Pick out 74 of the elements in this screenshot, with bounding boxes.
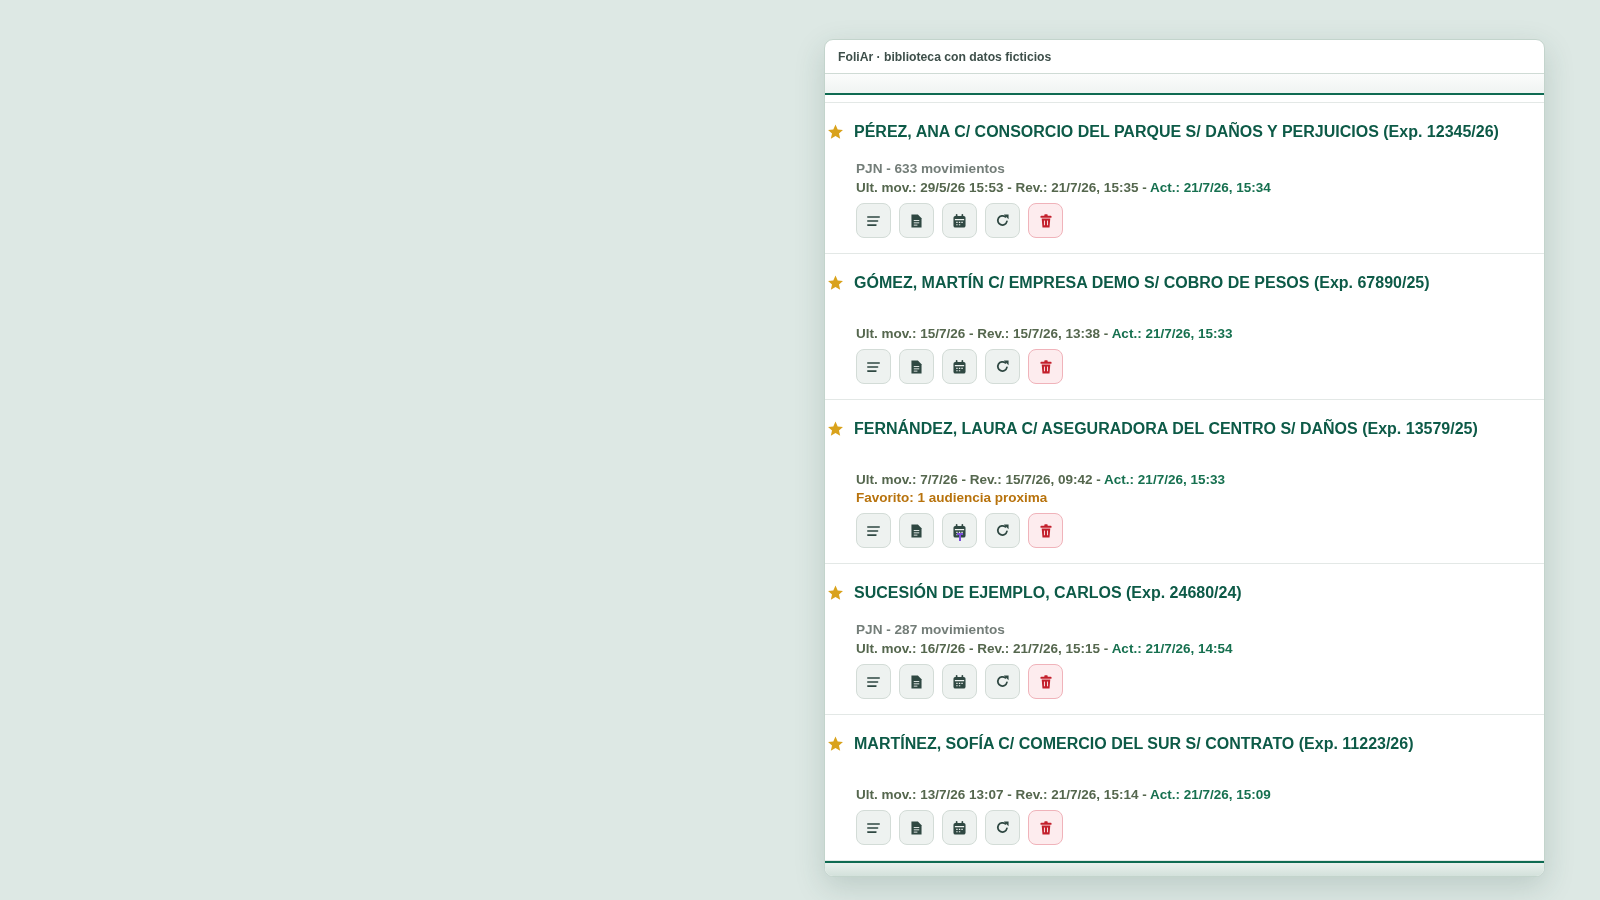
refresh-button[interactable] (985, 513, 1020, 548)
calendar-icon (953, 359, 966, 374)
document-icon (911, 213, 922, 228)
document-icon (911, 674, 922, 689)
marker-icon (957, 533, 963, 541)
refresh-button[interactable] (985, 349, 1020, 384)
calendar-button[interactable] (942, 203, 977, 238)
trash-icon (1039, 213, 1052, 228)
document-icon (911, 820, 922, 835)
window-title: FoliAr · biblioteca con datos ficticios (838, 49, 1052, 64)
trash-icon (1039, 523, 1052, 538)
document-button[interactable] (899, 349, 934, 384)
dates-text: Ult. mov.: 13/7/26 13:07 - Rev.: 21/7/26, 15:14 - (856, 787, 1147, 802)
trash-icon (1039, 674, 1052, 689)
calendar-button[interactable] (942, 349, 977, 384)
document-button[interactable] (899, 513, 934, 548)
star-icon[interactable] (827, 275, 844, 291)
list-button[interactable] (856, 203, 891, 238)
document-icon (911, 523, 922, 538)
case-title: PÉREZ, ANA C/ CONSORCIO DEL PARQUE S/ DAÑOS Y PERJUICIOS (Exp. 12345/26) (854, 121, 1499, 142)
star-icon[interactable] (827, 421, 844, 437)
calendar-icon (953, 213, 966, 228)
movements-count: PJN - 287 movimientos (856, 621, 1005, 639)
star-icon[interactable] (827, 736, 844, 752)
list-icon (867, 675, 880, 688)
case-title: FERNÁNDEZ, LAURA C/ ASEGURADORA DEL CENTRO S/ DAÑOS (Exp. 13579/25) (854, 418, 1478, 439)
list-button[interactable] (856, 664, 891, 699)
list-button[interactable] (856, 513, 891, 548)
document-icon (911, 359, 922, 374)
case-title: SUCESIÓN DE EJEMPLO, CARLOS (Exp. 24680/24) (854, 582, 1242, 603)
delete-button[interactable] (1028, 513, 1063, 548)
star-icon[interactable] (827, 585, 844, 601)
updated-text: Act.: 21/7/26, 14:54 (1111, 641, 1233, 656)
trash-icon (1039, 820, 1052, 835)
favorite-note: Favorito: 1 audiencia proxima (856, 489, 1048, 507)
star-icon[interactable] (827, 124, 844, 140)
delete-button[interactable] (1028, 810, 1063, 845)
case-title: MARTÍNEZ, SOFÍA C/ COMERCIO DEL SUR S/ CONTRATO (Exp. 11223/26) (854, 733, 1414, 754)
delete-button[interactable] (1028, 203, 1063, 238)
dates-text: Ult. mov.: 16/7/26 - Rev.: 21/7/26, 15:15 - (856, 641, 1109, 656)
refresh-icon (996, 360, 1009, 373)
list-button[interactable] (856, 810, 891, 845)
document-button[interactable] (899, 664, 934, 699)
calendar-button[interactable] (942, 664, 977, 699)
calendar-button[interactable] (942, 810, 977, 845)
calendar-button[interactable] (942, 513, 977, 548)
delete-button[interactable] (1028, 349, 1063, 384)
trash-icon (1039, 359, 1052, 374)
refresh-icon (996, 675, 1009, 688)
refresh-icon (996, 821, 1009, 834)
refresh-button[interactable] (985, 203, 1020, 238)
refresh-icon (996, 214, 1009, 227)
list-icon (867, 360, 880, 373)
calendar-icon (953, 820, 966, 835)
list-icon (867, 821, 880, 834)
dates-text: Ult. mov.: 29/5/26 15:53 - Rev.: 21/7/26, 15:35 - (856, 180, 1147, 195)
dates-text: Ult. mov.: 7/7/26 - Rev.: 15/7/26, 09:42 - (856, 472, 1101, 487)
refresh-button[interactable] (985, 810, 1020, 845)
document-button[interactable] (899, 203, 934, 238)
calendar-icon (953, 674, 966, 689)
list-icon (867, 214, 880, 227)
delete-button[interactable] (1028, 664, 1063, 699)
updated-text: Act.: 21/7/26, 15:34 (1149, 180, 1271, 195)
list-button[interactable] (856, 349, 891, 384)
case-title: GÓMEZ, MARTÍN C/ EMPRESA DEMO S/ COBRO DE PESOS (Exp. 67890/25) (854, 272, 1430, 293)
movements-count: PJN - 633 movimientos (856, 160, 1005, 178)
document-button[interactable] (899, 810, 934, 845)
updated-text: Act.: 21/7/26, 15:09 (1149, 787, 1271, 802)
refresh-button[interactable] (985, 664, 1020, 699)
list-icon (867, 524, 880, 537)
dates-text: Ult. mov.: 15/7/26 - Rev.: 15/7/26, 13:38 - (856, 326, 1109, 341)
updated-text: Act.: 21/7/26, 15:33 (1111, 326, 1233, 341)
updated-text: Act.: 21/7/26, 15:33 (1104, 472, 1225, 487)
refresh-icon (996, 524, 1009, 537)
